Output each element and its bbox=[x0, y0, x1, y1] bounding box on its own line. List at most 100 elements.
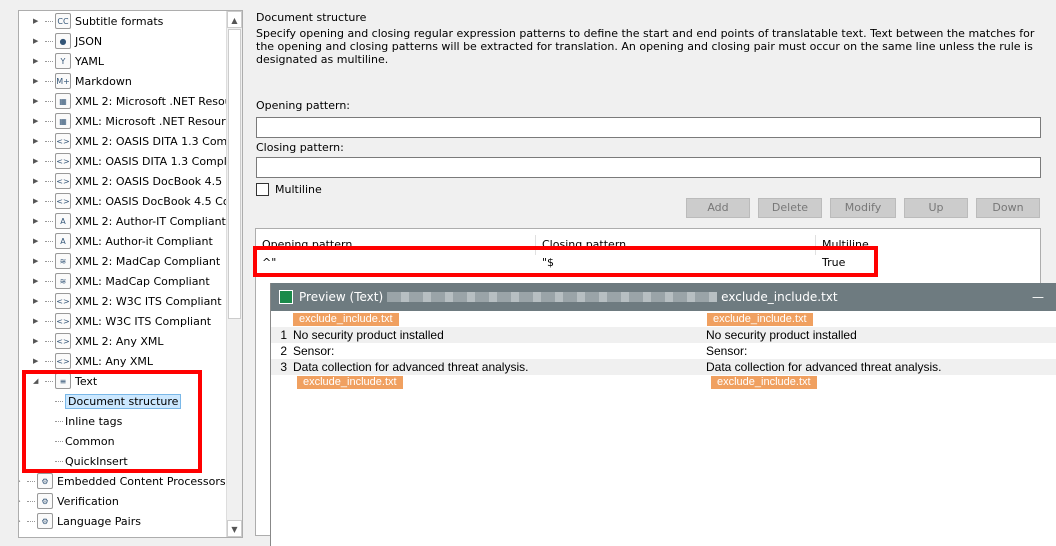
tree-line bbox=[45, 340, 53, 342]
preview-filename: exclude_include.txt bbox=[721, 290, 838, 304]
expand-arrow-icon[interactable]: ▶ bbox=[33, 17, 41, 25]
minimize-button[interactable]: — bbox=[1032, 290, 1044, 304]
column-header-opening[interactable]: Opening pattern bbox=[256, 235, 536, 255]
tree-scrollbar[interactable]: ▲ ▼ bbox=[226, 11, 242, 537]
tree-item-label: XML 2: OASIS DITA 1.3 Complia bbox=[75, 134, 243, 148]
tree-item[interactable]: ▶ <> XML: W3C ITS Compliant bbox=[33, 312, 211, 330]
column-header-closing[interactable]: Closing pattern bbox=[536, 235, 816, 255]
opening-pattern-label: Opening pattern: bbox=[256, 99, 351, 112]
opening-pattern-input[interactable] bbox=[256, 117, 1041, 138]
expand-arrow-icon[interactable]: ▶ bbox=[33, 357, 41, 365]
expand-arrow-icon[interactable]: ▶ bbox=[33, 77, 41, 85]
closing-pattern-label: Closing pattern: bbox=[256, 141, 344, 154]
preview-titlebar[interactable]: Preview (Text) exclude_include.txt — bbox=[271, 283, 1056, 311]
tree-item-label: XML 2: Any XML bbox=[75, 334, 164, 348]
tree-line bbox=[45, 60, 53, 62]
expand-arrow-icon[interactable]: ▶ bbox=[33, 117, 41, 125]
madcap-icon: ≋ bbox=[55, 273, 71, 289]
tree-item[interactable]: ▶ ⚙ Embedded Content Processors bbox=[19, 472, 226, 490]
tree-item-label: XML: Author-it Compliant bbox=[75, 234, 213, 248]
tree-item[interactable]: ▶ ● JSON bbox=[33, 32, 102, 50]
expand-arrow-icon[interactable]: ▶ bbox=[33, 297, 41, 305]
tree-item[interactable]: ▶ ▦ XML: Microsoft .NET Resources bbox=[33, 112, 242, 130]
expand-arrow-icon[interactable]: ▶ bbox=[19, 477, 23, 485]
down-button[interactable]: Down bbox=[976, 198, 1040, 218]
tree-item-inline-tags[interactable]: Inline tags bbox=[55, 412, 122, 430]
scroll-down-button[interactable]: ▼ bbox=[227, 520, 242, 537]
tree-item[interactable]: ▶ ⚙ Language Pairs bbox=[19, 512, 141, 530]
json-icon: ● bbox=[55, 33, 71, 49]
preview-window: Preview (Text) exclude_include.txt — exc… bbox=[270, 283, 1056, 546]
tree-item-label: XML 2: MadCap Compliant bbox=[75, 254, 221, 268]
tree-line bbox=[45, 360, 53, 362]
expand-arrow-icon[interactable]: ▶ bbox=[33, 57, 41, 65]
resx-icon: ▦ bbox=[55, 113, 71, 129]
gear-doc-icon: ⚙ bbox=[37, 473, 53, 489]
column-header-multiline[interactable]: Multiline bbox=[816, 235, 1040, 255]
modify-button[interactable]: Modify bbox=[830, 198, 896, 218]
multiline-checkbox[interactable] bbox=[256, 183, 269, 196]
expand-arrow-icon[interactable]: ▶ bbox=[33, 277, 41, 285]
up-button[interactable]: Up bbox=[904, 198, 968, 218]
source-segment[interactable]: Sensor: bbox=[293, 343, 334, 359]
tree-item[interactable]: ▶ <> XML 2: OASIS DocBook 4.5 Co bbox=[33, 172, 240, 190]
tree-item[interactable]: ▶ ≋ XML 2: MadCap Compliant bbox=[33, 252, 220, 270]
tree-line bbox=[55, 400, 63, 402]
file-tag: exclude_include.txt bbox=[707, 313, 813, 326]
tree-item-label: XML 2: W3C ITS Compliant bbox=[75, 294, 222, 308]
tree-item-quickinsert[interactable]: QuickInsert bbox=[55, 452, 128, 470]
tree-item[interactable]: ▶ Y YAML bbox=[33, 52, 104, 70]
tree-item-label: XML: OASIS DocBook 4.5 Com bbox=[75, 194, 241, 208]
tree-item[interactable]: ▶ CC Subtitle formats bbox=[33, 12, 163, 30]
scroll-thumb[interactable] bbox=[228, 29, 241, 319]
line-number: 2 bbox=[280, 344, 287, 358]
expand-arrow-icon[interactable]: ▶ bbox=[33, 337, 41, 345]
expand-arrow-icon[interactable]: ▶ bbox=[33, 317, 41, 325]
xml-file-icon: <> bbox=[55, 133, 71, 149]
expand-arrow-icon[interactable]: ▶ bbox=[19, 497, 23, 505]
file-tag: exclude_include.txt bbox=[711, 376, 817, 389]
tree-item[interactable]: ▶ <> XML 2: Any XML bbox=[33, 332, 164, 350]
expand-arrow-icon[interactable]: ▶ bbox=[33, 237, 41, 245]
tree-item[interactable]: ▶ ≋ XML: MadCap Compliant bbox=[33, 272, 210, 290]
tree-line bbox=[27, 500, 35, 502]
tree-item[interactable]: ▶ ▦ XML 2: Microsoft .NET Resourc bbox=[33, 92, 242, 110]
source-segment[interactable]: No security product installed bbox=[293, 327, 444, 343]
source-segment[interactable]: Data collection for advanced threat anal… bbox=[293, 359, 528, 375]
target-segment[interactable]: Sensor: bbox=[706, 343, 747, 359]
expand-arrow-icon[interactable]: ▶ bbox=[33, 137, 41, 145]
tree-item[interactable]: ▶ <> XML 2: OASIS DITA 1.3 Complia bbox=[33, 132, 243, 150]
expand-arrow-icon[interactable]: ▶ bbox=[33, 157, 41, 165]
tree-item[interactable]: ▶ ⚙ Verification bbox=[19, 492, 119, 510]
target-segment[interactable]: No security product installed bbox=[706, 327, 857, 343]
add-button[interactable]: Add bbox=[686, 198, 750, 218]
tree-line bbox=[45, 140, 53, 142]
tree-item-text[interactable]: ◢ ≡ Text bbox=[33, 372, 97, 390]
tree-item[interactable]: ▶ <> XML 2: W3C ITS Compliant bbox=[33, 292, 222, 310]
expand-arrow-icon[interactable]: ▶ bbox=[33, 197, 41, 205]
target-segment[interactable]: Data collection for advanced threat anal… bbox=[706, 359, 941, 375]
tree-item[interactable]: ▶ <> XML: OASIS DITA 1.3 Complian bbox=[33, 152, 242, 170]
expand-arrow-icon[interactable]: ▶ bbox=[19, 517, 23, 525]
expand-arrow-icon[interactable]: ▶ bbox=[33, 177, 41, 185]
tree-item[interactable]: ▶ M+ Markdown bbox=[33, 72, 132, 90]
tree-item[interactable]: ▶ A XML: Author-it Compliant bbox=[33, 232, 213, 250]
expand-arrow-icon[interactable]: ▶ bbox=[33, 257, 41, 265]
closing-pattern-input[interactable] bbox=[256, 157, 1041, 178]
tree-item[interactable]: ▶ <> XML: OASIS DocBook 4.5 Com bbox=[33, 192, 240, 210]
tree-line bbox=[45, 80, 53, 82]
tree-item-document-structure[interactable]: Document structure bbox=[55, 392, 182, 410]
collapse-arrow-icon[interactable]: ◢ bbox=[33, 377, 41, 385]
expand-arrow-icon[interactable]: ▶ bbox=[33, 37, 41, 45]
preview-title: Preview (Text) bbox=[299, 290, 384, 304]
expand-arrow-icon[interactable]: ▶ bbox=[33, 97, 41, 105]
scroll-up-button[interactable]: ▲ bbox=[227, 11, 242, 28]
expand-arrow-icon[interactable]: ▶ bbox=[33, 217, 41, 225]
description: Specify opening and closing regular expr… bbox=[256, 27, 1035, 66]
tree-item[interactable]: ▶ <> XML: Any XML bbox=[33, 352, 153, 370]
tree-line bbox=[45, 40, 53, 42]
options-tree: ▶ CC Subtitle formats ▶ ● JSON ▶ Y YAML ▶ M+ Markdo… bbox=[18, 10, 243, 538]
tree-item-common[interactable]: Common bbox=[55, 432, 115, 450]
tree-item[interactable]: ▶ A XML 2: Author-IT Compliant bbox=[33, 212, 226, 230]
delete-button[interactable]: Delete bbox=[758, 198, 822, 218]
